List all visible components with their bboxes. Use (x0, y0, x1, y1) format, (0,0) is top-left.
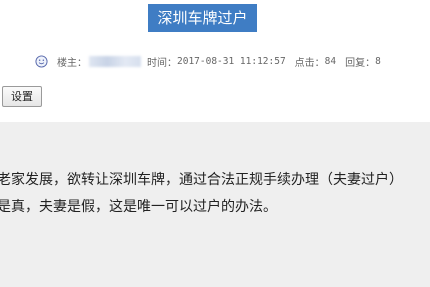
post-text-line: 老家发展，欲转让深圳车牌，通过合法正规手续办理（夫妻过户） (0, 172, 403, 188)
clicks-label: 点击： (294, 57, 325, 69)
page-title: 深圳车牌过户 (148, 4, 257, 32)
clicks-value: 84 (324, 55, 337, 67)
time-value: 2017-08-31 11:12:57 (177, 55, 286, 67)
author-label: 楼主： (57, 57, 87, 69)
replies-label: 回复： (345, 57, 376, 69)
smile-icon (35, 54, 48, 68)
author-name-redacted[interactable] (89, 55, 141, 67)
post-content: 老家发展，欲转让深圳车牌，通过合法正规手续办理（夫妻过户） 是真，夫妻是假，这是… (0, 122, 430, 287)
time-label: 时间： (147, 57, 177, 69)
settings-button[interactable]: 设置 (2, 86, 42, 107)
replies-value: 8 (375, 55, 381, 67)
post-text-line: 是真，夫妻是假，这是唯一可以过户的办法。 (0, 199, 277, 215)
post-meta: 楼主： 时间： 2017-08-31 11:12:57 点击： 84 回复： 8 (35, 53, 381, 69)
